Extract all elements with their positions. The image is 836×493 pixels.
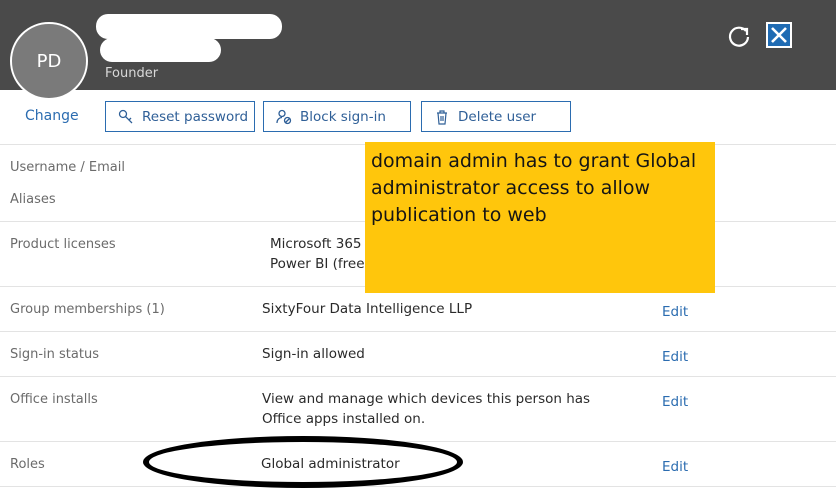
key-icon (118, 109, 133, 123)
user-block-icon (276, 109, 292, 124)
block-signin-button[interactable]: Block sign-in (263, 101, 411, 132)
reset-password-label: Reset password (142, 108, 249, 125)
signin-status-label: Sign-in status (10, 347, 99, 362)
change-link[interactable]: Change (25, 108, 79, 124)
office-installs-label: Office installs (10, 392, 98, 407)
username-label: Username / Email (10, 160, 125, 175)
license-microsoft-365: Microsoft 365 (270, 236, 362, 252)
license-power-bi: Power BI (free) (270, 256, 370, 272)
highlight-ellipse (143, 436, 463, 488)
block-signin-label: Block sign-in (300, 108, 386, 125)
redacted-name-2 (100, 38, 221, 62)
job-title: Founder (105, 66, 159, 81)
roles-label: Roles (10, 457, 45, 472)
redacted-name (96, 14, 282, 39)
aliases-label: Aliases (10, 192, 56, 207)
edit-groups-link[interactable]: Edit (662, 304, 688, 320)
delete-user-label: Delete user (458, 108, 537, 125)
reset-password-button[interactable]: Reset password (105, 101, 255, 132)
group-memberships-value: SixtyFour Data Intelligence LLP (262, 301, 473, 317)
divider (0, 441, 836, 442)
edit-signin-link[interactable]: Edit (662, 349, 688, 365)
signin-status-value: Sign-in allowed (262, 346, 365, 362)
divider (0, 331, 836, 332)
close-icon (771, 27, 787, 43)
edit-office-link[interactable]: Edit (662, 394, 688, 410)
avatar: PD (10, 22, 88, 100)
product-licenses-label: Product licenses (10, 237, 116, 252)
refresh-icon[interactable] (726, 23, 752, 49)
office-installs-line-1: View and manage which devices this perso… (262, 391, 591, 407)
delete-user-button[interactable]: Delete user (421, 101, 571, 132)
divider (0, 486, 836, 487)
edit-roles-link[interactable]: Edit (662, 459, 688, 475)
office-installs-line-2: Office apps installed on. (262, 411, 426, 427)
avatar-initials: PD (36, 50, 62, 72)
annotation-note: domain admin has to grant Global adminis… (365, 142, 715, 293)
office-installs-value: View and manage which devices this perso… (262, 389, 590, 429)
trash-icon (437, 109, 447, 125)
group-memberships-label: Group memberships (1) (10, 302, 165, 317)
divider (0, 376, 836, 377)
product-licenses-value: Microsoft 365 Power BI (free) (270, 234, 370, 274)
close-button[interactable] (766, 22, 792, 48)
